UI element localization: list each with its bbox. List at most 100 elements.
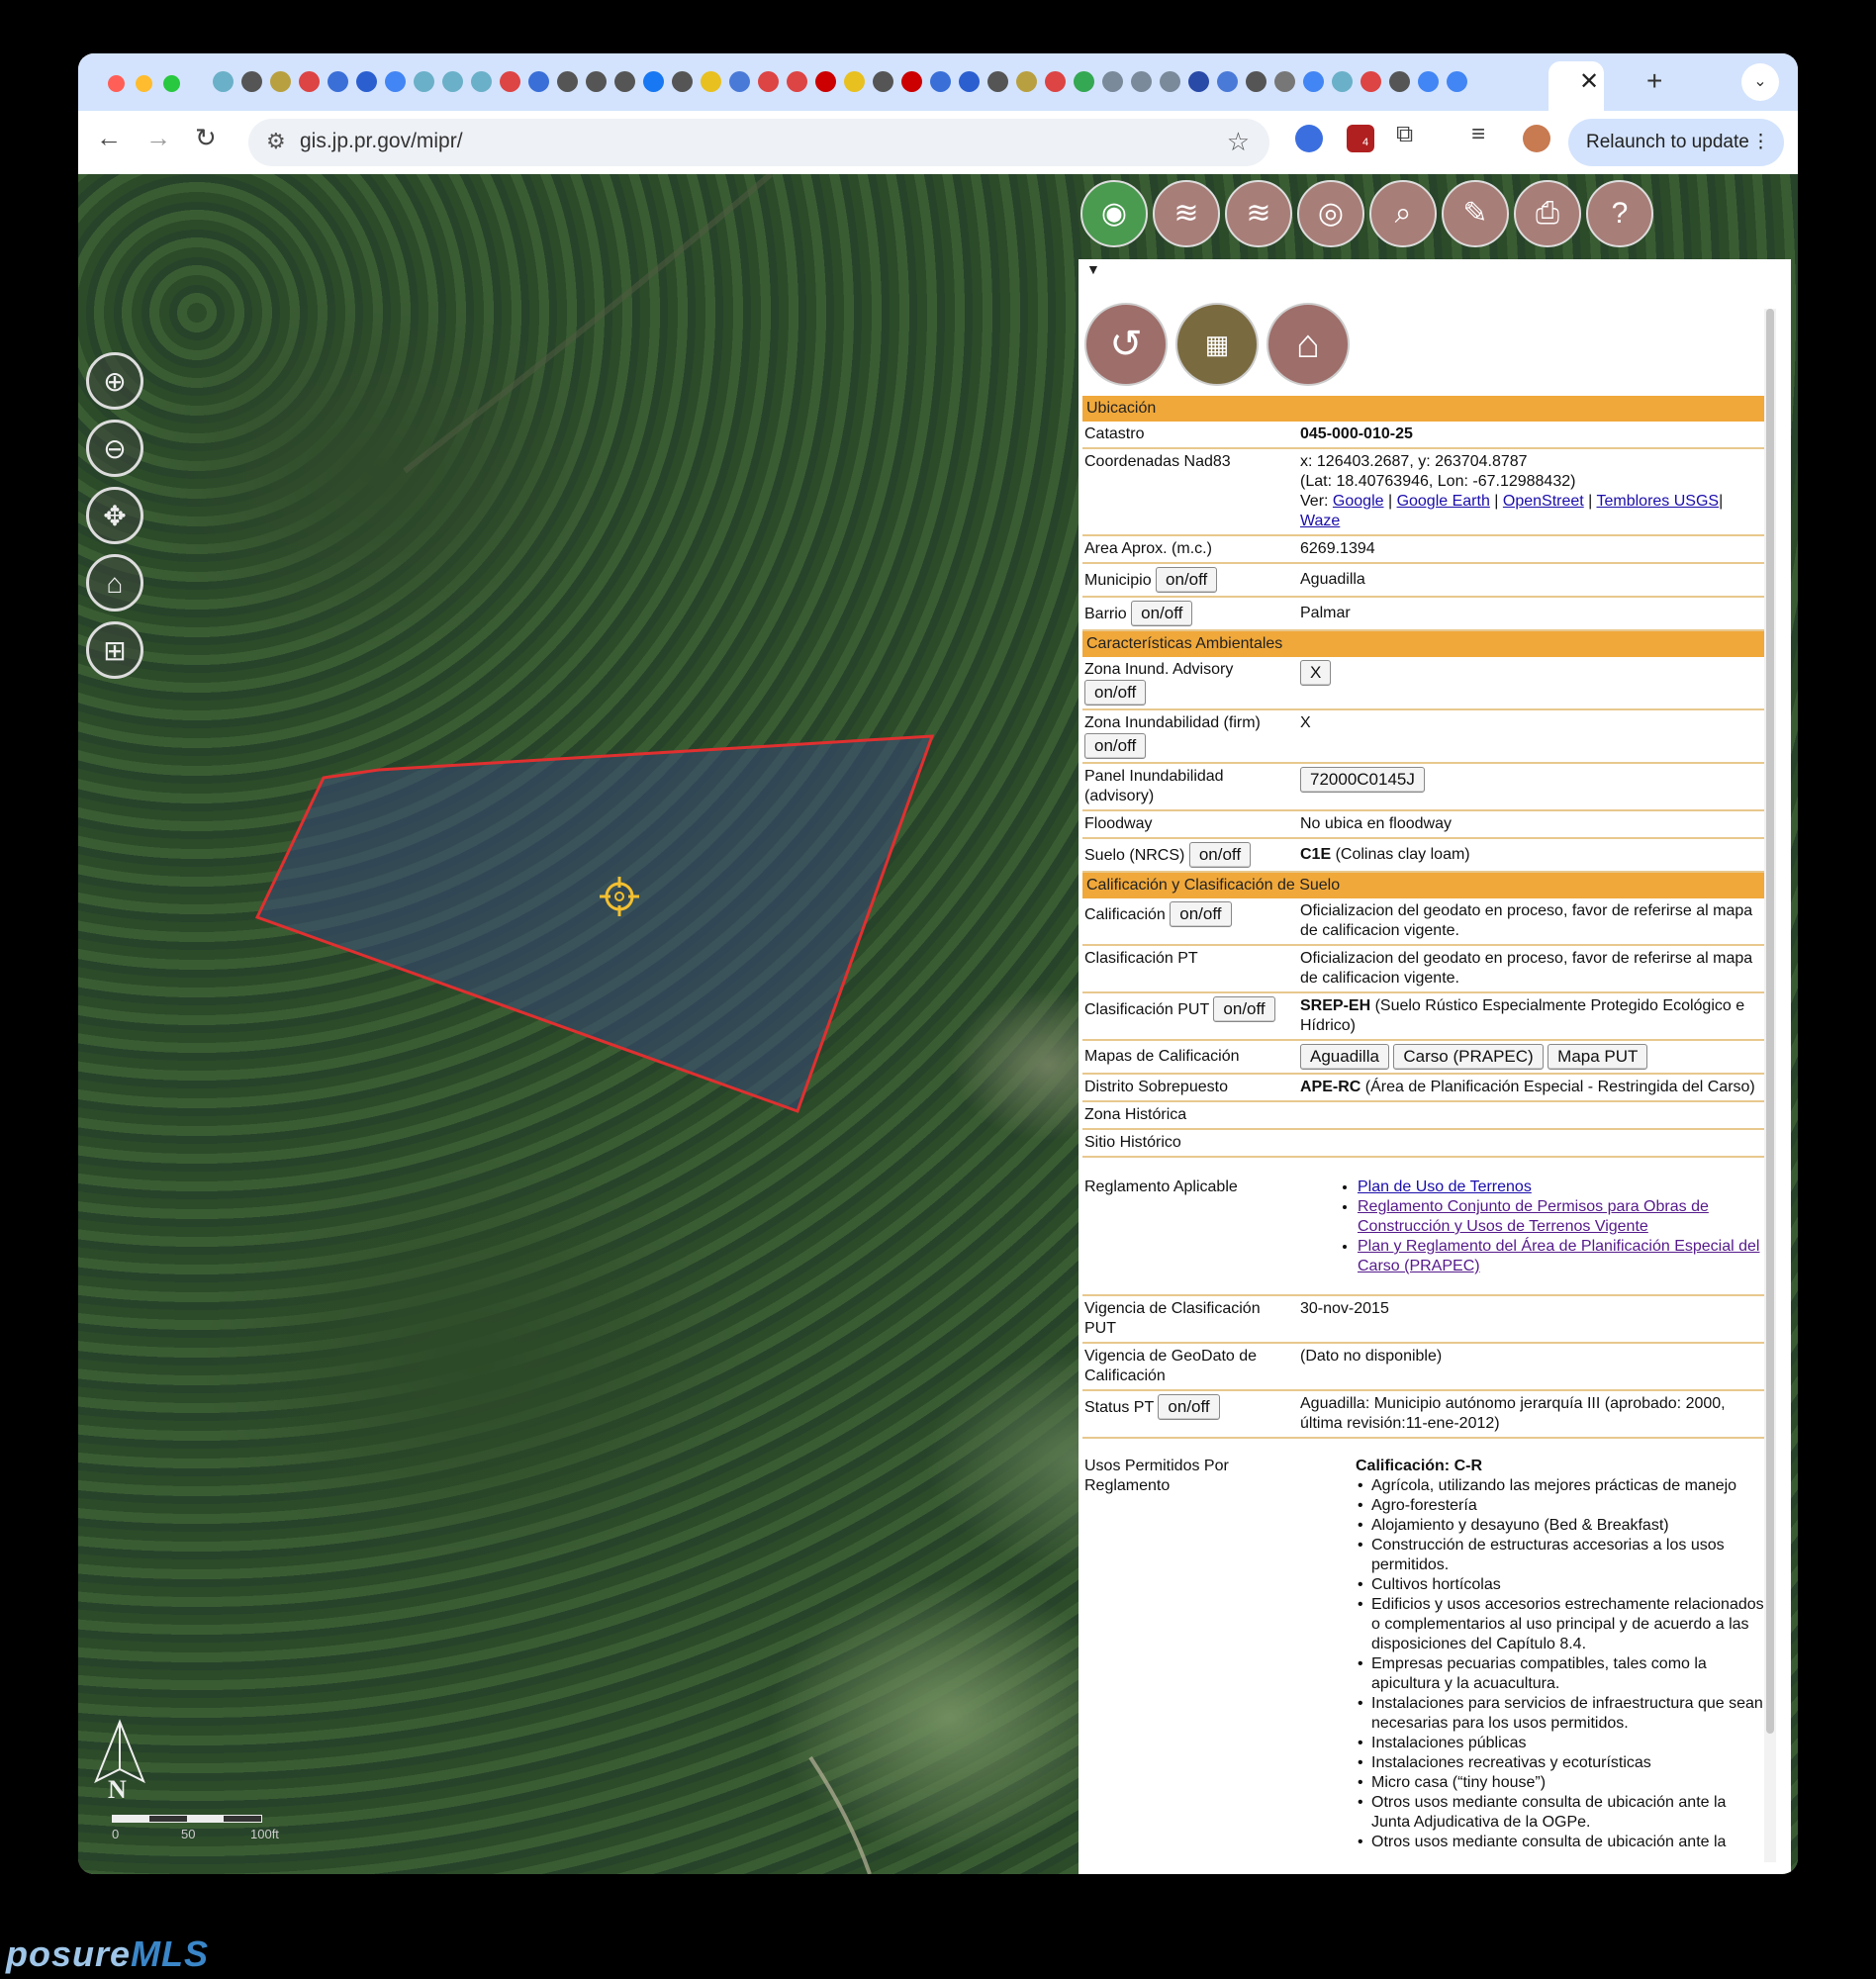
measure-tool-icon[interactable]: ⌂ <box>86 554 143 612</box>
tab-favicon[interactable] <box>787 71 807 92</box>
tab-favicon[interactable] <box>328 71 348 92</box>
collapse-caret-icon[interactable]: ▼ <box>1086 261 1100 277</box>
base-layers-icon[interactable]: ≋ <box>1225 180 1292 247</box>
tab-favicon[interactable] <box>873 71 893 92</box>
tab-favicon[interactable] <box>241 71 262 92</box>
google-maps-icon[interactable]: ◉ <box>1080 180 1148 247</box>
address-bar[interactable]: ⚙ gis.jp.pr.gov/mipr/ ☆ <box>248 119 1269 166</box>
tab-favicon[interactable] <box>471 71 492 92</box>
municipio-onoff-button[interactable]: on/off <box>1156 567 1218 593</box>
panel-scrollbar[interactable] <box>1764 309 1776 1862</box>
puzzle-extensions-icon[interactable]: ⧉ <box>1396 121 1413 148</box>
tab-favicon[interactable] <box>614 71 635 92</box>
print-icon[interactable]: ⎙ <box>1514 180 1581 247</box>
minimize-window-button[interactable] <box>136 75 152 92</box>
scrollbar-thumb[interactable] <box>1766 309 1774 1734</box>
tab-favicon[interactable] <box>1447 71 1467 92</box>
tab-favicon[interactable] <box>557 71 578 92</box>
zona-inund-adv-value-button[interactable]: X <box>1300 660 1332 686</box>
status-pt-onoff-button[interactable]: on/off <box>1158 1394 1220 1420</box>
tab-favicon[interactable] <box>500 71 520 92</box>
tab-favicon[interactable] <box>1074 71 1094 92</box>
url-text[interactable]: gis.jp.pr.gov/mipr/ <box>300 130 463 153</box>
tab-favicon[interactable] <box>442 71 463 92</box>
temblores-usgs-link[interactable]: Temblores USGS <box>1596 493 1719 510</box>
tab-favicon[interactable] <box>729 71 750 92</box>
media-queue-icon[interactable]: ≡ <box>1471 121 1485 148</box>
tab-favicon[interactable] <box>1303 71 1324 92</box>
mapa-carso-button[interactable]: Carso (PRAPEC) <box>1393 1044 1544 1070</box>
plan-uso-terrenos-link[interactable]: Plan de Uso de Terrenos <box>1358 1178 1532 1195</box>
mapa-aguadilla-button[interactable]: Aguadilla <box>1300 1044 1389 1070</box>
tab-favicon[interactable] <box>356 71 377 92</box>
globe-icon[interactable]: ◎ <box>1297 180 1364 247</box>
tab-favicon[interactable] <box>1188 71 1209 92</box>
pan-tool-icon[interactable]: ✥ <box>86 487 143 544</box>
tab-favicon[interactable] <box>844 71 865 92</box>
kebab-menu-icon[interactable]: ⋮ <box>1751 119 1770 166</box>
tab-favicon[interactable] <box>213 71 234 92</box>
maximize-window-button[interactable] <box>163 75 180 92</box>
layers-icon[interactable]: ≋ <box>1153 180 1220 247</box>
tab-favicon[interactable] <box>672 71 693 92</box>
extension-icon[interactable]: 4 <box>1347 125 1374 152</box>
tab-favicon[interactable] <box>930 71 951 92</box>
tab-favicon[interactable] <box>414 71 434 92</box>
tab-favicon[interactable] <box>270 71 291 92</box>
reglamento-conjunto-link[interactable]: Reglamento Conjunto de Permisos para Obr… <box>1358 1198 1709 1235</box>
close-tab-icon[interactable]: ✕ <box>1579 67 1599 96</box>
zoom-out-icon[interactable]: ⊖ <box>86 420 143 477</box>
zoom-in-icon[interactable]: ⊕ <box>86 352 143 410</box>
tab-favicon[interactable] <box>1016 71 1037 92</box>
tab-favicon[interactable] <box>1274 71 1295 92</box>
tab-favicon[interactable] <box>1102 71 1123 92</box>
zona-inund-adv-onoff-button[interactable]: on/off <box>1084 680 1147 706</box>
bookmark-star-icon[interactable]: ☆ <box>1227 127 1250 157</box>
google-earth-link[interactable]: Google Earth <box>1397 493 1490 510</box>
new-tab-button[interactable]: + <box>1646 65 1662 97</box>
barrio-onoff-button[interactable]: on/off <box>1131 601 1193 626</box>
prapec-link[interactable]: Plan y Reglamento del Área de Planificac… <box>1358 1238 1759 1274</box>
forward-arrow-icon[interactable]: → <box>145 123 171 153</box>
draw-edit-icon[interactable]: ✎ <box>1442 180 1509 247</box>
tab-favicon[interactable] <box>758 71 779 92</box>
google-link[interactable]: Google <box>1333 493 1384 510</box>
tab-favicon[interactable] <box>815 71 836 92</box>
search-magnifier-icon[interactable]: ⌕ <box>1369 180 1437 247</box>
tab-favicon[interactable] <box>1160 71 1180 92</box>
bookmark-add-icon[interactable]: ⊞ <box>86 621 143 679</box>
crim-logo-icon[interactable]: ▦ <box>1175 303 1259 386</box>
panel-inund-button[interactable]: 72000C0145J <box>1300 767 1425 793</box>
clasif-put-onoff-button[interactable]: on/off <box>1213 996 1275 1022</box>
mapa-put-button[interactable]: Mapa PUT <box>1548 1044 1648 1070</box>
tab-favicon[interactable] <box>987 71 1008 92</box>
tab-favicon[interactable] <box>299 71 320 92</box>
suelo-onoff-button[interactable]: on/off <box>1188 842 1252 868</box>
tab-favicon[interactable] <box>528 71 549 92</box>
flood-house-icon[interactable]: ⌂ <box>1266 303 1350 386</box>
tab-favicon[interactable] <box>1246 71 1266 92</box>
tab-favicon[interactable] <box>643 71 664 92</box>
close-window-button[interactable] <box>108 75 125 92</box>
extension-icon[interactable] <box>1295 125 1323 152</box>
tab-favicon[interactable] <box>1360 71 1381 92</box>
tab-favicon[interactable] <box>701 71 721 92</box>
tab-favicon[interactable] <box>1418 71 1439 92</box>
tab-favicon[interactable] <box>1217 71 1238 92</box>
openstreet-link[interactable]: OpenStreet <box>1503 493 1584 510</box>
tab-favicon[interactable] <box>1045 71 1066 92</box>
back-arrow-icon[interactable]: ← <box>96 123 122 153</box>
site-info-icon[interactable]: ⚙ <box>266 129 286 154</box>
tab-favicon[interactable] <box>586 71 607 92</box>
reload-icon[interactable]: ↻ <box>195 123 217 153</box>
permits-link-icon[interactable]: ↺ <box>1084 303 1168 386</box>
tab-favicon[interactable] <box>959 71 980 92</box>
relaunch-button[interactable]: Relaunch to update ⋮ <box>1568 119 1784 166</box>
tab-search-chevron-icon[interactable]: ⌄ <box>1741 63 1779 101</box>
waze-link[interactable]: Waze <box>1300 513 1340 529</box>
help-question-icon[interactable]: ? <box>1586 180 1653 247</box>
tab-favicon[interactable] <box>1389 71 1410 92</box>
profile-avatar[interactable] <box>1523 125 1550 152</box>
tab-favicon[interactable] <box>901 71 922 92</box>
calificacion-onoff-button[interactable]: on/off <box>1170 901 1232 927</box>
